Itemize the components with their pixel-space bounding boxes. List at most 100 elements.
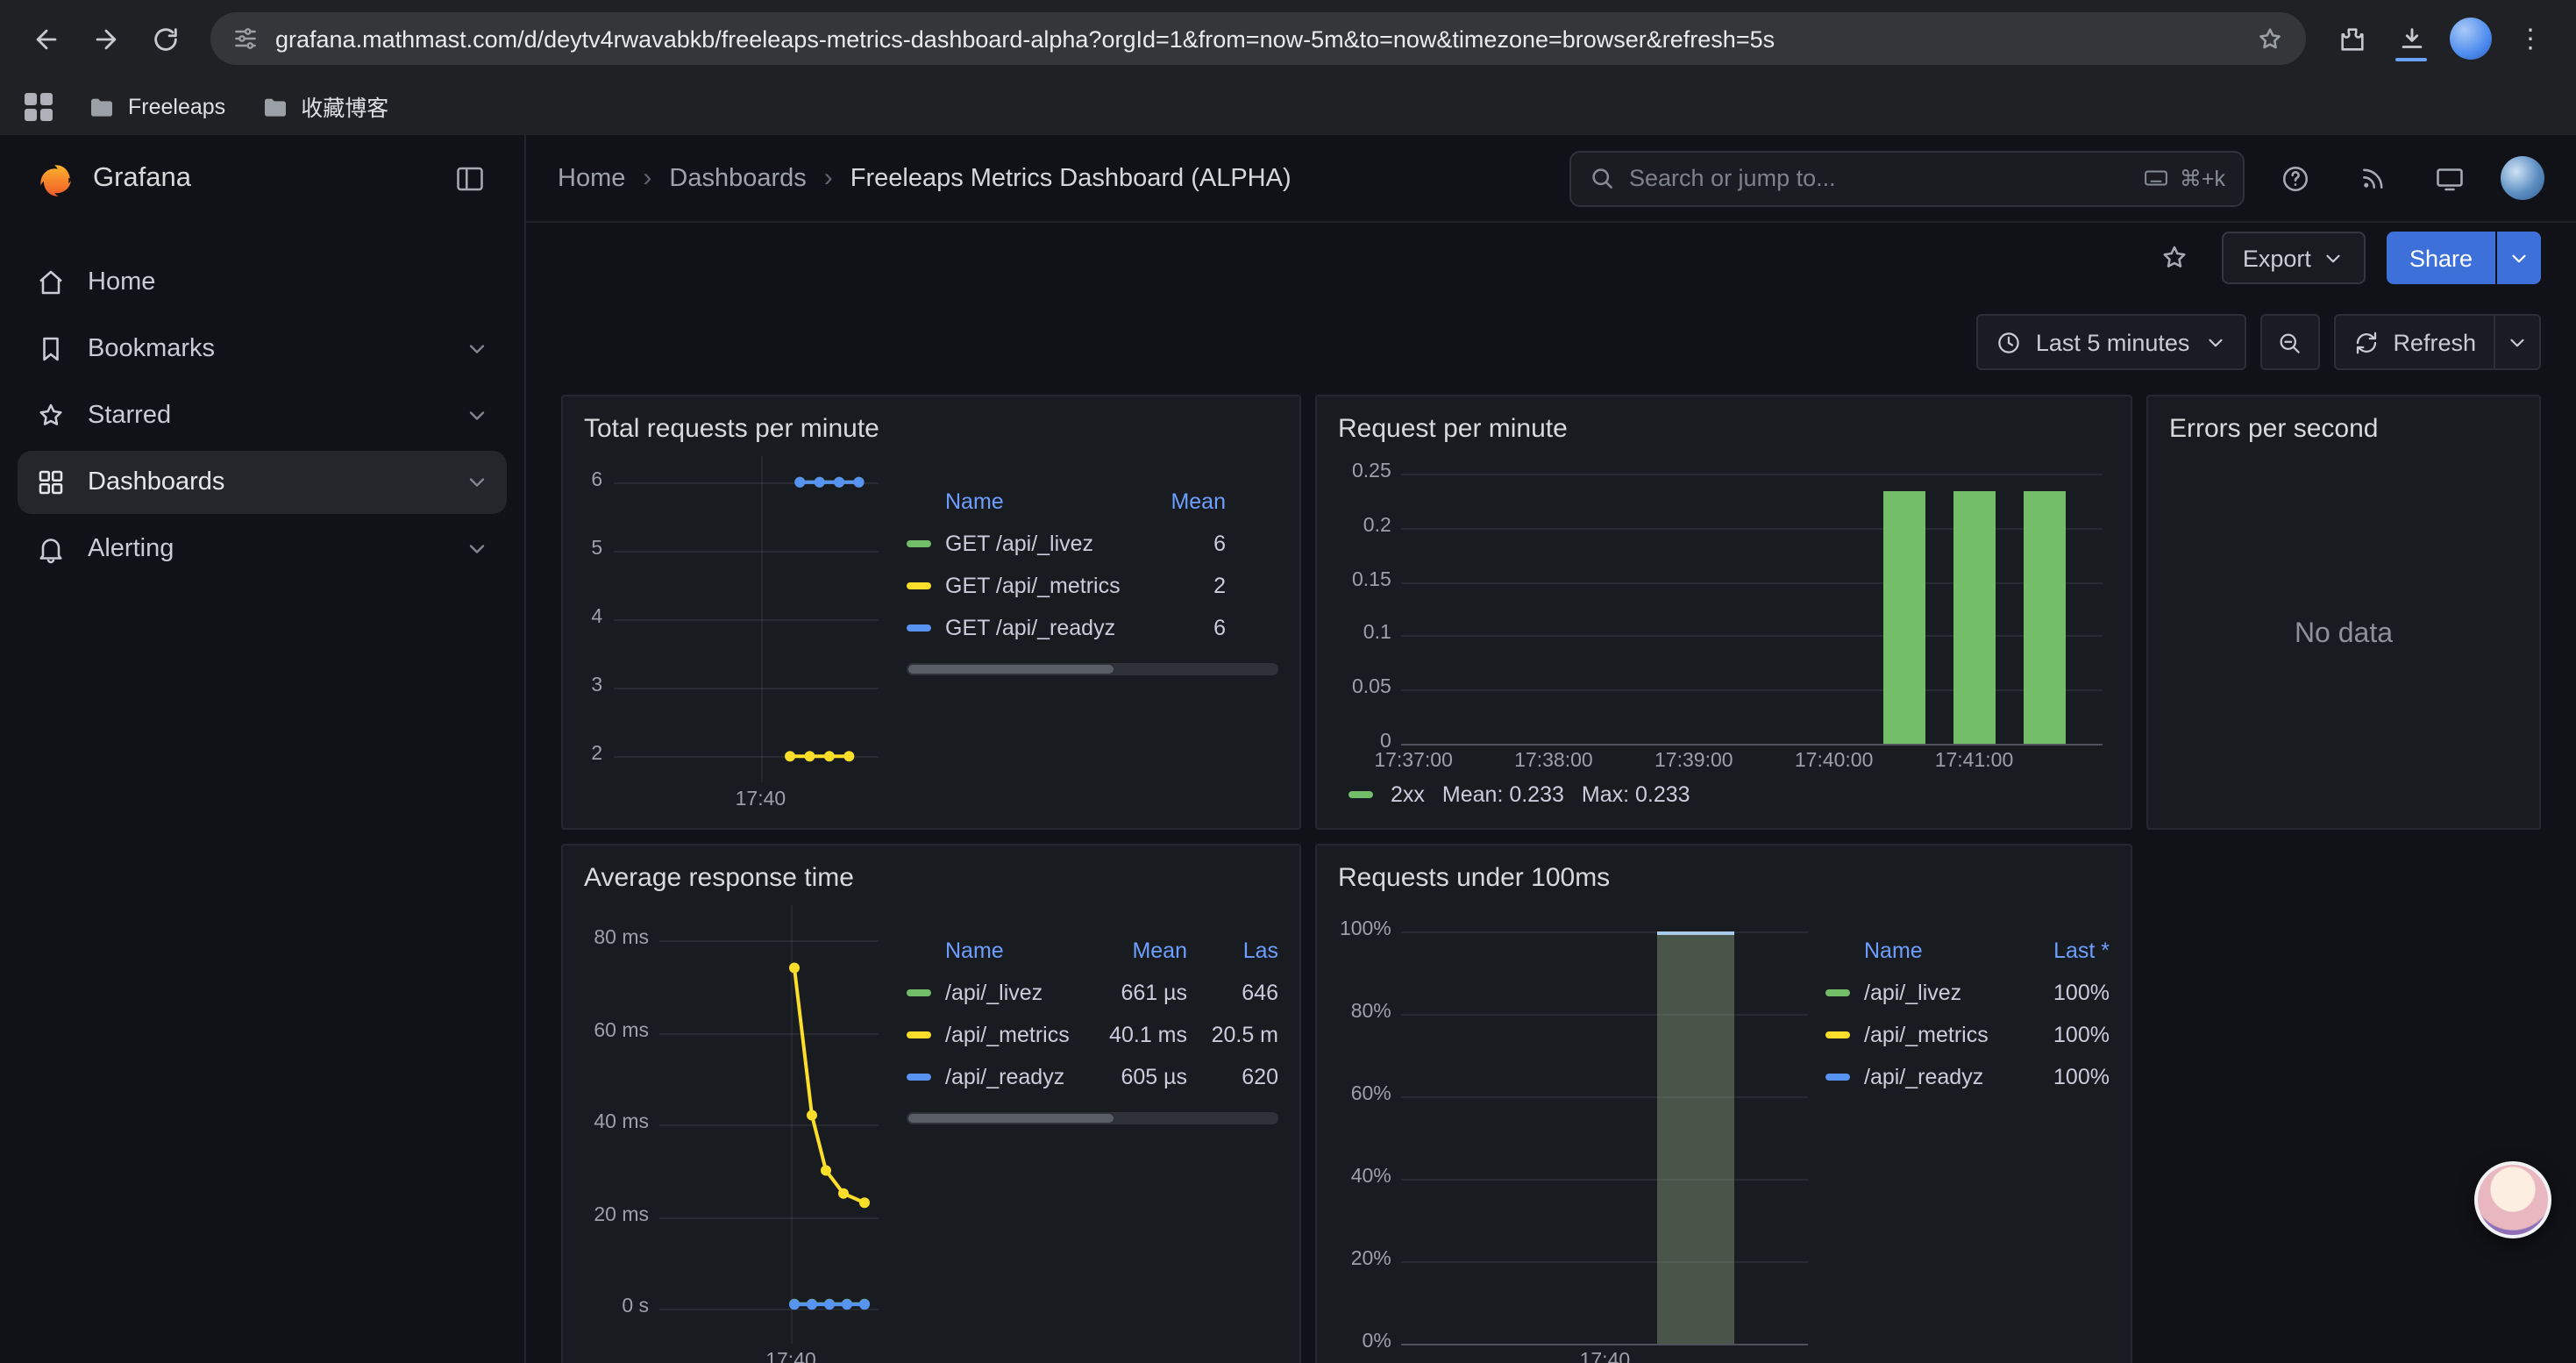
time-range-picker[interactable]: Last 5 minutes	[1976, 314, 2246, 370]
legend-col-mean[interactable]: Mean	[1142, 489, 1226, 514]
folder-icon	[88, 92, 116, 120]
legend-col-name[interactable]: Name	[945, 938, 1075, 963]
display-button[interactable]	[2423, 152, 2476, 204]
legend-row[interactable]: /api/_livez 661 µs 646	[907, 972, 1278, 1014]
search-input[interactable]	[1629, 165, 2129, 191]
legend-col-last[interactable]: Last *	[2025, 938, 2110, 963]
legend-col-name[interactable]: Name	[945, 489, 1128, 514]
forward-button[interactable]	[77, 11, 133, 67]
chevron-down-icon	[2508, 246, 2530, 269]
reload-button[interactable]	[137, 11, 193, 67]
panel-requests-under-100ms: Requests under 100ms 100%80%60%40%20%0%1…	[1315, 844, 2132, 1363]
sidebar-header: Grafana	[0, 135, 524, 223]
refresh-interval-button[interactable]	[2495, 314, 2541, 370]
refresh-button[interactable]: Refresh	[2333, 314, 2495, 370]
bookmark-folder-freeleaps[interactable]: Freeleaps	[88, 92, 225, 120]
chat-widget-avatar[interactable]	[2474, 1161, 2551, 1238]
sidebar-item-bookmarks[interactable]: Bookmarks	[18, 318, 507, 381]
scrollbar-thumb[interactable]	[908, 1114, 1113, 1123]
gline	[1402, 1014, 1808, 1016]
legend-scrollbar[interactable]	[907, 1112, 1278, 1124]
panel-title[interactable]: Request per minute	[1338, 407, 2110, 453]
news-button[interactable]	[2346, 152, 2399, 204]
legend-row[interactable]: /api/_metrics 100%	[1825, 1014, 2110, 1056]
ytick: 100%	[1338, 919, 1391, 940]
legend-col-last[interactable]: Las	[1201, 938, 1278, 963]
extensions-button[interactable]	[2323, 11, 2380, 67]
legend-col-mean[interactable]: Mean	[1089, 938, 1187, 963]
site-info-icon[interactable]	[231, 25, 260, 53]
search-icon	[1589, 165, 1615, 191]
time-series-plot[interactable]: 80 ms60 ms40 ms20 ms0 s17:40	[584, 905, 886, 1363]
star-icon	[35, 400, 67, 432]
ytick: 40%	[1338, 1167, 1391, 1188]
ytick: 0.05	[1338, 677, 1391, 698]
profile-button[interactable]	[2443, 11, 2499, 67]
screen: ⋮ Freeleaps 收藏博客 Grafana	[0, 0, 2576, 1363]
bar-chart-plot[interactable]: 0.250.20.150.10.05017:37:0017:38:0017:39…	[1338, 456, 2110, 775]
home-icon	[35, 267, 67, 298]
legend-row[interactable]: GET /api/_livez 6	[907, 523, 1278, 565]
bookmark-folder-blogs[interactable]: 收藏博客	[260, 89, 388, 123]
bookmark-icon	[35, 333, 67, 365]
legend-row[interactable]: GET /api/_metrics 2	[907, 565, 1278, 607]
dock-menu-button[interactable]	[444, 153, 496, 205]
xtick: 17:40	[1580, 1351, 1631, 1363]
series-swatch	[907, 1031, 931, 1038]
search-shortcut: ⌘+k	[2143, 165, 2225, 191]
favorite-dashboard-button[interactable]	[2148, 232, 2201, 284]
user-avatar[interactable]	[2501, 156, 2544, 200]
refresh-icon	[2352, 329, 2379, 355]
zoom-out-button[interactable]	[2259, 314, 2319, 370]
downloads-button[interactable]	[2383, 11, 2439, 67]
series-swatch	[1825, 1074, 1850, 1081]
share-menu-button[interactable]	[2497, 232, 2541, 284]
panel-legend[interactable]: 2xx Mean: 0.233 Max: 0.233	[1338, 775, 2110, 814]
share-button[interactable]: Share	[2387, 232, 2495, 284]
panel-title[interactable]: Average response time	[584, 856, 1278, 902]
panel-title[interactable]: Requests under 100ms	[1338, 856, 2110, 902]
sidebar-item-dashboards[interactable]: Dashboards	[18, 451, 507, 514]
panel-title[interactable]: Errors per second	[2169, 407, 2518, 453]
back-button[interactable]	[18, 11, 74, 67]
legend-row[interactable]: /api/_metrics 40.1 ms 20.5 m	[907, 1014, 1278, 1056]
sidebar-item-label: Dashboards	[88, 468, 224, 496]
breadcrumb-home[interactable]: Home	[558, 164, 625, 192]
series-swatch	[907, 989, 931, 996]
chevron-down-icon[interactable]	[465, 337, 489, 361]
chevron-down-icon[interactable]	[465, 470, 489, 495]
gline	[1402, 636, 2103, 638]
browser-profile-avatar	[2450, 18, 2492, 60]
legend-col-name[interactable]: Name	[1864, 938, 2011, 963]
legend-row[interactable]: /api/_readyz 605 µs 620	[907, 1056, 1278, 1098]
gline	[1402, 582, 2103, 583]
address-bar[interactable]	[210, 12, 2306, 65]
share-button-group: Share	[2387, 232, 2541, 284]
grafana-logo[interactable]	[32, 157, 75, 201]
time-series-plot[interactable]: 6543217:40	[584, 456, 886, 814]
breadcrumb-dashboards[interactable]: Dashboards	[669, 164, 806, 192]
browser-menu-button[interactable]: ⋮	[2502, 11, 2558, 67]
sidebar-item-alerting[interactable]: Alerting	[18, 517, 507, 581]
help-button[interactable]	[2269, 152, 2322, 204]
chevron-down-icon[interactable]	[465, 537, 489, 561]
legend-scrollbar[interactable]	[907, 663, 1278, 675]
url-input[interactable]	[275, 25, 2239, 52]
chevron-down-icon[interactable]	[465, 403, 489, 428]
export-button[interactable]: Export	[2222, 232, 2366, 284]
brand-name[interactable]: Grafana	[93, 163, 426, 195]
panel-title[interactable]: Total requests per minute	[584, 407, 1278, 453]
legend-row[interactable]: /api/_livez 100%	[1825, 972, 2110, 1014]
apps-grid-icon[interactable]	[25, 92, 53, 120]
scrollbar-thumb[interactable]	[908, 665, 1113, 674]
ytick: 0.15	[1338, 569, 1391, 590]
no-data-message: No data	[2169, 456, 2518, 814]
legend-row[interactable]: GET /api/_readyz 6	[907, 607, 1278, 649]
search-bar[interactable]: ⌘+k	[1569, 150, 2245, 206]
grafana-header: Home › Dashboards › Freeleaps Metrics Da…	[526, 135, 2576, 223]
legend-row[interactable]: /api/_readyz 100%	[1825, 1056, 2110, 1098]
sidebar-item-home[interactable]: Home	[18, 251, 507, 314]
bar-chart-plot[interactable]: 100%80%60%40%20%0%17:40	[1338, 905, 1815, 1363]
bookmark-star-icon[interactable]	[2255, 24, 2285, 54]
sidebar-item-starred[interactable]: Starred	[18, 384, 507, 447]
